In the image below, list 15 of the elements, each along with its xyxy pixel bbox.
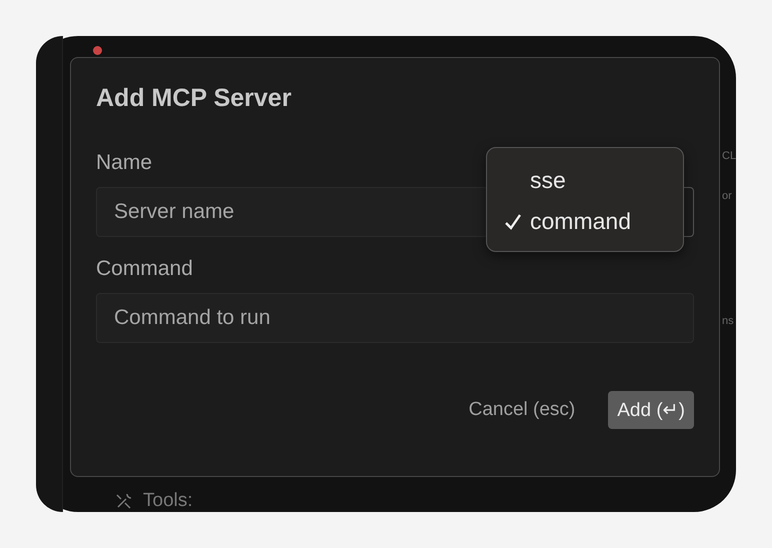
input-field[interactable]: Server name bbox=[96, 187, 488, 237]
field-label: Command bbox=[96, 257, 194, 281]
field-label: Name bbox=[96, 151, 154, 175]
cancel-button[interactable]: Cancel (esc) bbox=[460, 392, 584, 428]
text-fragment: or bbox=[722, 190, 732, 202]
menu-item[interactable]: command bbox=[503, 201, 667, 242]
tools-icon bbox=[115, 492, 133, 510]
input-field[interactable]: Command to run bbox=[96, 293, 694, 343]
menu-item[interactable]: sse bbox=[503, 160, 667, 201]
status-dot bbox=[93, 46, 102, 55]
text-fragment: ns bbox=[722, 315, 734, 327]
text-fragment: CL bbox=[722, 150, 736, 162]
add-button[interactable]: Add (↵) bbox=[608, 391, 694, 429]
dialog-title: Add MCP Server bbox=[96, 84, 292, 113]
tools-label: Tools: bbox=[143, 490, 193, 512]
